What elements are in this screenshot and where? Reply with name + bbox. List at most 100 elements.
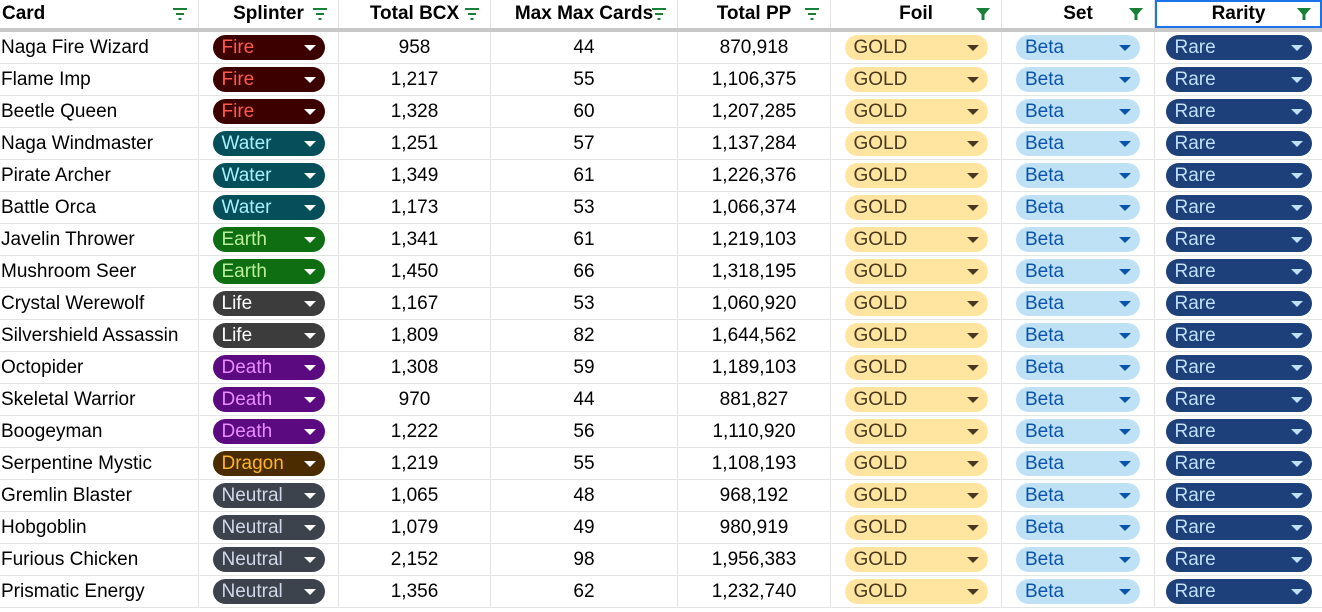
max-max-cards-cell[interactable]: 55 xyxy=(491,64,678,96)
total-bcx-cell[interactable]: 1,349 xyxy=(339,160,491,192)
foil-dropdown-chip[interactable]: GOLD xyxy=(844,547,988,572)
rarity-dropdown-chip[interactable]: Rare xyxy=(1165,419,1312,444)
card-name-cell[interactable]: Mushroom Seer xyxy=(0,256,199,288)
max-max-cards-cell[interactable]: 48 xyxy=(491,480,678,512)
splinter-cell[interactable]: Fire xyxy=(199,64,339,96)
total-pp-cell[interactable]: 1,066,374 xyxy=(678,192,831,224)
set-dropdown-chip[interactable]: Beta xyxy=(1016,291,1140,316)
foil-dropdown-chip[interactable]: GOLD xyxy=(844,35,988,60)
set-cell[interactable]: Beta xyxy=(1002,32,1155,64)
set-dropdown-chip[interactable]: Beta xyxy=(1016,515,1140,540)
rarity-cell[interactable]: Rare xyxy=(1155,448,1322,480)
total-bcx-cell[interactable]: 1,308 xyxy=(339,352,491,384)
splinter-dropdown-chip[interactable]: Dragon xyxy=(212,451,325,476)
header-total-pp[interactable]: Total PP xyxy=(678,0,831,28)
set-dropdown-chip[interactable]: Beta xyxy=(1016,195,1140,220)
set-dropdown-chip[interactable]: Beta xyxy=(1016,355,1140,380)
max-max-cards-cell[interactable]: 59 xyxy=(491,352,678,384)
splinter-cell[interactable]: Fire xyxy=(199,32,339,64)
rarity-dropdown-chip[interactable]: Rare xyxy=(1165,131,1312,156)
foil-dropdown-chip[interactable]: GOLD xyxy=(844,99,988,124)
max-max-cards-cell[interactable]: 55 xyxy=(491,448,678,480)
header-splinter[interactable]: Splinter xyxy=(199,0,339,28)
filter-funnel-icon[interactable] xyxy=(975,7,991,21)
total-pp-cell[interactable]: 1,189,103 xyxy=(678,352,831,384)
card-name-cell[interactable]: Hobgoblin xyxy=(0,512,199,544)
card-name-cell[interactable]: Naga Fire Wizard xyxy=(0,32,199,64)
splinter-dropdown-chip[interactable]: Fire xyxy=(212,67,325,92)
max-max-cards-cell[interactable]: 53 xyxy=(491,192,678,224)
foil-cell[interactable]: GOLD xyxy=(831,480,1002,512)
card-name-cell[interactable]: Javelin Thrower xyxy=(0,224,199,256)
max-max-cards-cell[interactable]: 66 xyxy=(491,256,678,288)
card-name-cell[interactable]: Naga Windmaster xyxy=(0,128,199,160)
filter-funnel-icon[interactable] xyxy=(1296,7,1312,21)
card-name-cell[interactable]: Octopider xyxy=(0,352,199,384)
rarity-cell[interactable]: Rare xyxy=(1155,352,1322,384)
total-bcx-cell[interactable]: 2,152 xyxy=(339,544,491,576)
total-pp-cell[interactable]: 1,318,195 xyxy=(678,256,831,288)
rarity-cell[interactable]: Rare xyxy=(1155,32,1322,64)
splinter-cell[interactable]: Neutral xyxy=(199,480,339,512)
splinter-cell[interactable]: Death xyxy=(199,352,339,384)
set-cell[interactable]: Beta xyxy=(1002,576,1155,608)
set-cell[interactable]: Beta xyxy=(1002,384,1155,416)
set-dropdown-chip[interactable]: Beta xyxy=(1016,227,1140,252)
rarity-dropdown-chip[interactable]: Rare xyxy=(1165,259,1312,284)
total-pp-cell[interactable]: 1,226,376 xyxy=(678,160,831,192)
card-name-cell[interactable]: Flame Imp xyxy=(0,64,199,96)
total-bcx-cell[interactable]: 1,356 xyxy=(339,576,491,608)
header-set[interactable]: Set xyxy=(1002,0,1155,28)
foil-cell[interactable]: GOLD xyxy=(831,160,1002,192)
rarity-cell[interactable]: Rare xyxy=(1155,512,1322,544)
card-name-cell[interactable]: Pirate Archer xyxy=(0,160,199,192)
rarity-cell[interactable]: Rare xyxy=(1155,416,1322,448)
splinter-cell[interactable]: Life xyxy=(199,320,339,352)
max-max-cards-cell[interactable]: 61 xyxy=(491,224,678,256)
set-cell[interactable]: Beta xyxy=(1002,512,1155,544)
rarity-cell[interactable]: Rare xyxy=(1155,384,1322,416)
rarity-dropdown-chip[interactable]: Rare xyxy=(1165,355,1312,380)
card-name-cell[interactable]: Prismatic Energy xyxy=(0,576,199,608)
rarity-dropdown-chip[interactable]: Rare xyxy=(1165,547,1312,572)
set-cell[interactable]: Beta xyxy=(1002,544,1155,576)
set-dropdown-chip[interactable]: Beta xyxy=(1016,99,1140,124)
splinter-cell[interactable]: Life xyxy=(199,288,339,320)
max-max-cards-cell[interactable]: 57 xyxy=(491,128,678,160)
filter-lines-icon[interactable] xyxy=(804,7,820,21)
foil-dropdown-chip[interactable]: GOLD xyxy=(844,195,988,220)
foil-dropdown-chip[interactable]: GOLD xyxy=(844,291,988,316)
set-dropdown-chip[interactable]: Beta xyxy=(1016,323,1140,348)
total-pp-cell[interactable]: 1,219,103 xyxy=(678,224,831,256)
rarity-cell[interactable]: Rare xyxy=(1155,480,1322,512)
foil-cell[interactable]: GOLD xyxy=(831,64,1002,96)
rarity-dropdown-chip[interactable]: Rare xyxy=(1165,163,1312,188)
set-cell[interactable]: Beta xyxy=(1002,160,1155,192)
foil-dropdown-chip[interactable]: GOLD xyxy=(844,67,988,92)
set-cell[interactable]: Beta xyxy=(1002,192,1155,224)
total-bcx-cell[interactable]: 1,328 xyxy=(339,96,491,128)
card-name-cell[interactable]: Crystal Werewolf xyxy=(0,288,199,320)
set-dropdown-chip[interactable]: Beta xyxy=(1016,387,1140,412)
splinter-dropdown-chip[interactable]: Earth xyxy=(212,259,325,284)
foil-cell[interactable]: GOLD xyxy=(831,448,1002,480)
splinter-dropdown-chip[interactable]: Life xyxy=(212,323,325,348)
card-name-cell[interactable]: Beetle Queen xyxy=(0,96,199,128)
max-max-cards-cell[interactable]: 61 xyxy=(491,160,678,192)
foil-cell[interactable]: GOLD xyxy=(831,352,1002,384)
rarity-cell[interactable]: Rare xyxy=(1155,64,1322,96)
set-cell[interactable]: Beta xyxy=(1002,224,1155,256)
foil-cell[interactable]: GOLD xyxy=(831,320,1002,352)
filter-funnel-icon[interactable] xyxy=(1128,7,1144,21)
splinter-dropdown-chip[interactable]: Earth xyxy=(212,227,325,252)
rarity-dropdown-chip[interactable]: Rare xyxy=(1165,35,1312,60)
max-max-cards-cell[interactable]: 44 xyxy=(491,32,678,64)
max-max-cards-cell[interactable]: 53 xyxy=(491,288,678,320)
set-cell[interactable]: Beta xyxy=(1002,128,1155,160)
total-pp-cell[interactable]: 1,956,383 xyxy=(678,544,831,576)
card-name-cell[interactable]: Boogeyman xyxy=(0,416,199,448)
foil-dropdown-chip[interactable]: GOLD xyxy=(844,419,988,444)
foil-dropdown-chip[interactable]: GOLD xyxy=(844,163,988,188)
rarity-dropdown-chip[interactable]: Rare xyxy=(1165,195,1312,220)
splinter-cell[interactable]: Water xyxy=(199,128,339,160)
